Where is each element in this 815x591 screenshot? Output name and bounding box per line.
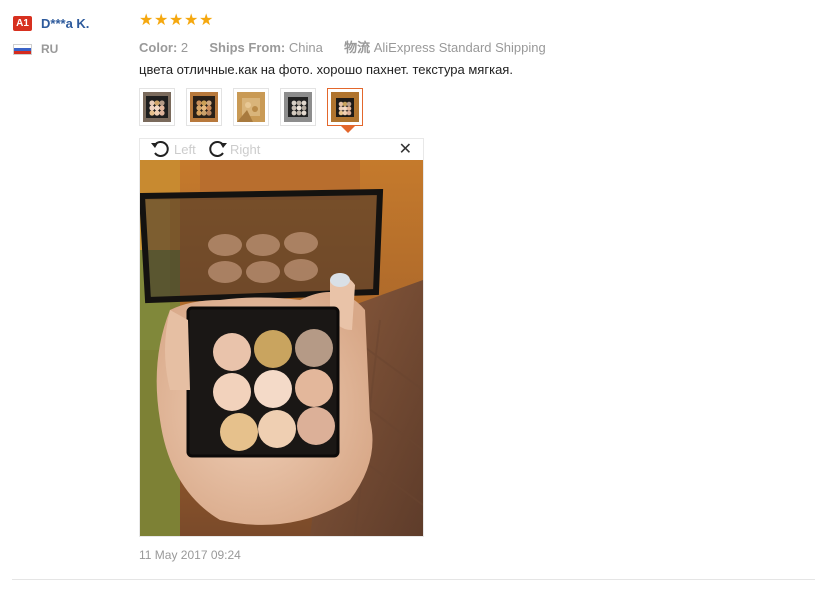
thumbnail-1[interactable] bbox=[139, 88, 175, 126]
close-icon[interactable]: ✕ bbox=[399, 141, 412, 159]
star-icon: ★ bbox=[139, 12, 154, 29]
rotate-left-button[interactable]: Left bbox=[150, 140, 196, 158]
thumbnail-image bbox=[143, 92, 171, 122]
rotate-right-icon bbox=[209, 141, 227, 157]
thumbnail-5-active[interactable] bbox=[327, 88, 363, 126]
color-label: Color: bbox=[139, 40, 178, 55]
star-icon: ★ bbox=[199, 12, 214, 29]
image-viewer: Left Right ✕ bbox=[139, 138, 424, 537]
rotate-right-button[interactable]: Right bbox=[206, 140, 260, 158]
thumbnail-4[interactable] bbox=[280, 88, 316, 126]
thumbnail-image bbox=[331, 92, 359, 122]
review-photo bbox=[140, 160, 423, 536]
country-code: RU bbox=[41, 42, 59, 56]
thumbnail-3[interactable] bbox=[233, 88, 269, 126]
rotate-left-label: Left bbox=[174, 141, 196, 157]
active-thumbnail-caret bbox=[341, 126, 355, 133]
reviewer-name[interactable]: D***a K. bbox=[41, 16, 89, 31]
thumbnail-image bbox=[284, 92, 312, 122]
star-icon: ★ bbox=[184, 12, 199, 29]
logistics-value: AliExpress Standard Shipping bbox=[373, 40, 546, 55]
russia-flag-icon bbox=[13, 43, 32, 55]
rotate-right-label: Right bbox=[230, 141, 261, 157]
rating-stars: ★ ★ ★ ★ ★ bbox=[139, 12, 799, 30]
logistics-label: 物流 bbox=[344, 40, 371, 55]
color-value: 2 bbox=[180, 40, 189, 55]
level-badge: A1 bbox=[13, 15, 32, 31]
country-line: RU bbox=[13, 42, 128, 56]
divider bbox=[12, 579, 815, 580]
reviewer-info: A1 D***a K. RU bbox=[13, 14, 128, 56]
thumbnail-2[interactable] bbox=[186, 88, 222, 126]
user-line: A1 D***a K. bbox=[13, 14, 128, 32]
ships-from-value: China bbox=[288, 40, 323, 55]
review-date: 11 May 2017 09:24 bbox=[139, 548, 241, 562]
rotate-left-icon bbox=[151, 141, 169, 157]
review-text: цвета отличные.как на фото. хорошо пахне… bbox=[139, 62, 513, 77]
photo-thumbnails bbox=[139, 88, 374, 126]
star-icon: ★ bbox=[169, 12, 184, 29]
order-meta: Color: 2 Ships From: China 物流 AliExpress… bbox=[139, 37, 799, 55]
star-icon: ★ bbox=[154, 12, 169, 29]
review-main: ★ ★ ★ ★ ★ Color: 2 Ships From: China 物流 … bbox=[139, 12, 799, 79]
thumbnail-image bbox=[190, 92, 218, 122]
photo-image bbox=[140, 160, 423, 536]
viewer-toolbar: Left Right ✕ bbox=[140, 139, 423, 160]
thumbnail-image bbox=[237, 92, 265, 122]
ships-from-label: Ships From: bbox=[209, 40, 286, 55]
